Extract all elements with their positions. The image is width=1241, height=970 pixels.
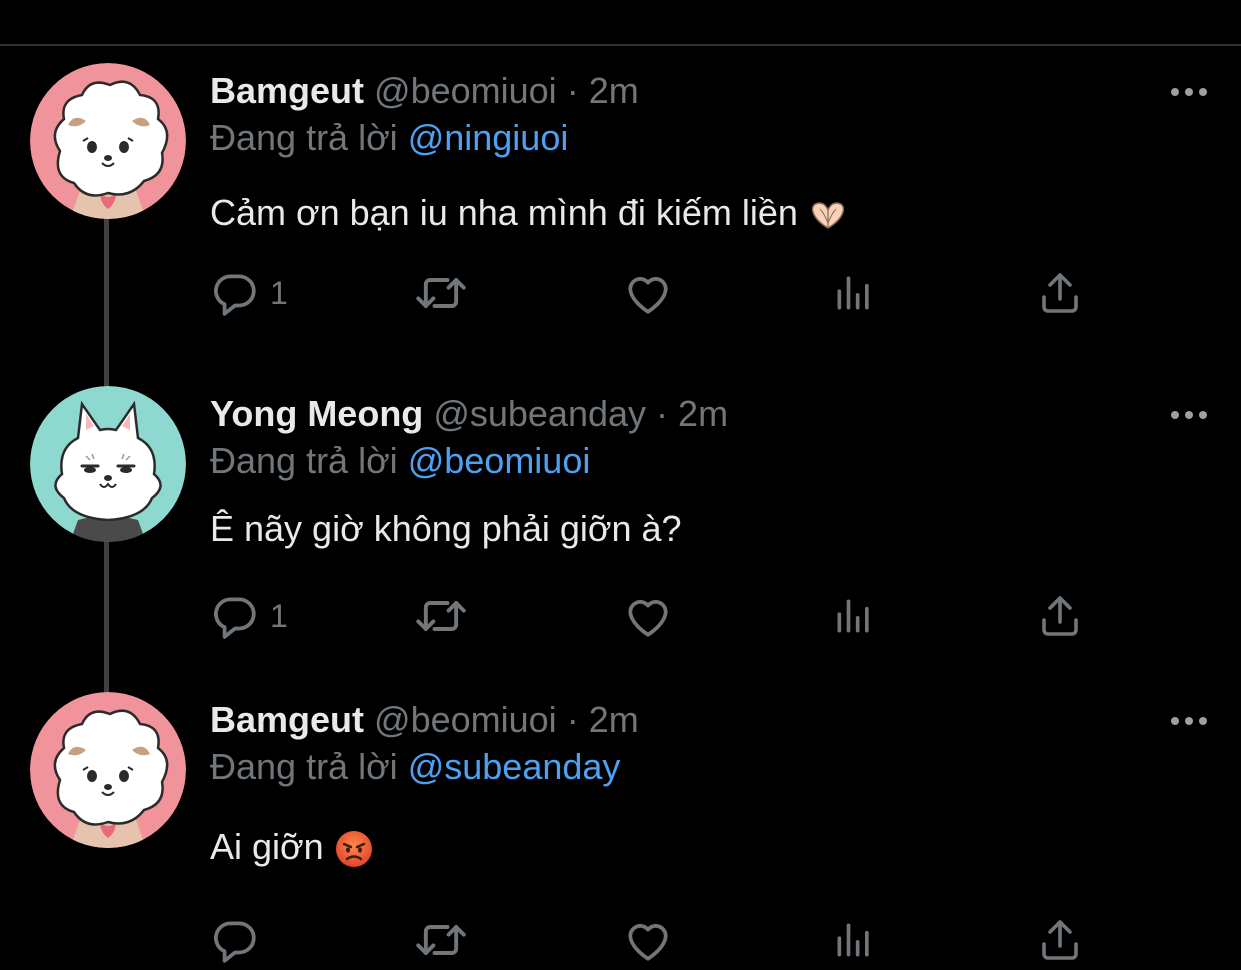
separator-dot: · — [566, 699, 579, 740]
puppy-avatar-icon — [30, 63, 186, 219]
avatar[interactable] — [30, 63, 186, 219]
like-button[interactable] — [623, 910, 673, 970]
cat-avatar-icon — [30, 386, 186, 542]
tweet-text: Cảm ơn bạn iu nha mình đi kiếm liền — [210, 188, 848, 238]
reply-icon — [210, 591, 260, 641]
retweet-icon — [415, 590, 467, 642]
action-bar: 1 — [210, 586, 1110, 646]
retweet-button[interactable] — [415, 586, 467, 646]
retweet-button[interactable] — [415, 263, 467, 323]
share-icon — [1036, 269, 1084, 317]
share-button[interactable] — [1036, 263, 1084, 323]
analytics-icon — [832, 918, 876, 962]
more-options-button[interactable] — [1167, 77, 1211, 107]
display-name[interactable]: Bamgeut — [210, 699, 364, 740]
views-button[interactable] — [832, 586, 876, 646]
puppy-avatar-icon — [30, 692, 186, 848]
reply-icon — [210, 268, 260, 318]
top-divider — [0, 0, 1241, 46]
user-handle[interactable]: @beomiuoi — [374, 70, 557, 111]
mention-link[interactable]: @subeanday — [408, 746, 621, 787]
timestamp[interactable]: 2m — [589, 70, 639, 111]
share-icon — [1036, 916, 1084, 964]
action-bar: 1 — [210, 263, 1110, 323]
tweet-text-content: Ai giỡn — [210, 826, 324, 867]
retweet-button[interactable] — [415, 910, 467, 970]
user-handle[interactable]: @beomiuoi — [374, 699, 557, 740]
timestamp[interactable]: 2m — [678, 393, 728, 434]
more-dots-icon — [1167, 400, 1211, 430]
avatar[interactable] — [30, 692, 186, 848]
replying-to: Đang trả lời @ningiuoi — [210, 113, 568, 163]
mention-link[interactable]: @ningiuoi — [408, 117, 569, 158]
tweet-text-content: Cảm ơn bạn iu nha mình đi kiếm liền — [210, 192, 798, 233]
display-name[interactable]: Yong Meong — [210, 393, 423, 434]
like-button[interactable] — [623, 586, 673, 646]
angry-face-emoji-icon — [334, 829, 374, 869]
reply-icon — [210, 915, 260, 965]
retweet-icon — [415, 914, 467, 966]
tweet-text: Ê nãy giờ không phải giỡn à? — [210, 504, 682, 554]
tweet-header: Bamgeut @beomiuoi · 2m — [210, 61, 639, 121]
avatar[interactable] — [30, 386, 186, 542]
display-name[interactable]: Bamgeut — [210, 70, 364, 111]
share-button[interactable] — [1036, 586, 1084, 646]
like-button[interactable] — [623, 263, 673, 323]
tweet-header: Yong Meong @subeanday · 2m — [210, 384, 728, 444]
reply-button[interactable]: 1 — [210, 586, 288, 646]
views-button[interactable] — [832, 910, 876, 970]
tweet[interactable]: Bamgeut @beomiuoi · 2m Đang trả lời @sub… — [0, 692, 1241, 965]
tweet-text-content: Ê nãy giờ không phải giỡn à? — [210, 508, 682, 549]
separator-dot: · — [566, 70, 579, 111]
replying-to-label: Đang trả lời — [210, 440, 398, 481]
more-dots-icon — [1167, 77, 1211, 107]
heart-icon — [623, 268, 673, 318]
tweet-header: Bamgeut @beomiuoi · 2m — [210, 690, 639, 750]
reply-count: 1 — [270, 597, 288, 634]
reply-count: 1 — [270, 274, 288, 311]
replying-to-label: Đang trả lời — [210, 746, 398, 787]
heart-icon — [623, 591, 673, 641]
heart-icon — [623, 915, 673, 965]
more-dots-icon — [1167, 706, 1211, 736]
analytics-icon — [832, 271, 876, 315]
views-button[interactable] — [832, 263, 876, 323]
share-button[interactable] — [1036, 910, 1084, 970]
more-options-button[interactable] — [1167, 706, 1211, 736]
reply-button[interactable]: 1 — [210, 263, 288, 323]
tweet-text: Ai giỡn — [210, 822, 374, 872]
timestamp[interactable]: 2m — [589, 699, 639, 740]
share-icon — [1036, 592, 1084, 640]
heart-hands-emoji-icon — [808, 195, 848, 235]
more-options-button[interactable] — [1167, 400, 1211, 430]
retweet-icon — [415, 267, 467, 319]
user-handle[interactable]: @subeanday — [433, 393, 646, 434]
analytics-icon — [832, 594, 876, 638]
mention-link[interactable]: @beomiuoi — [408, 440, 591, 481]
separator-dot: · — [656, 393, 669, 434]
replying-to-label: Đang trả lời — [210, 117, 398, 158]
replying-to: Đang trả lời @beomiuoi — [210, 436, 590, 486]
tweet[interactable]: Bamgeut @beomiuoi · 2m Đang trả lời @nin… — [0, 63, 1241, 383]
action-bar — [210, 910, 1110, 970]
tweet[interactable]: Yong Meong @subeanday · 2m Đang trả lời … — [0, 386, 1241, 706]
replying-to: Đang trả lời @subeanday — [210, 742, 620, 792]
reply-button[interactable] — [210, 910, 270, 970]
